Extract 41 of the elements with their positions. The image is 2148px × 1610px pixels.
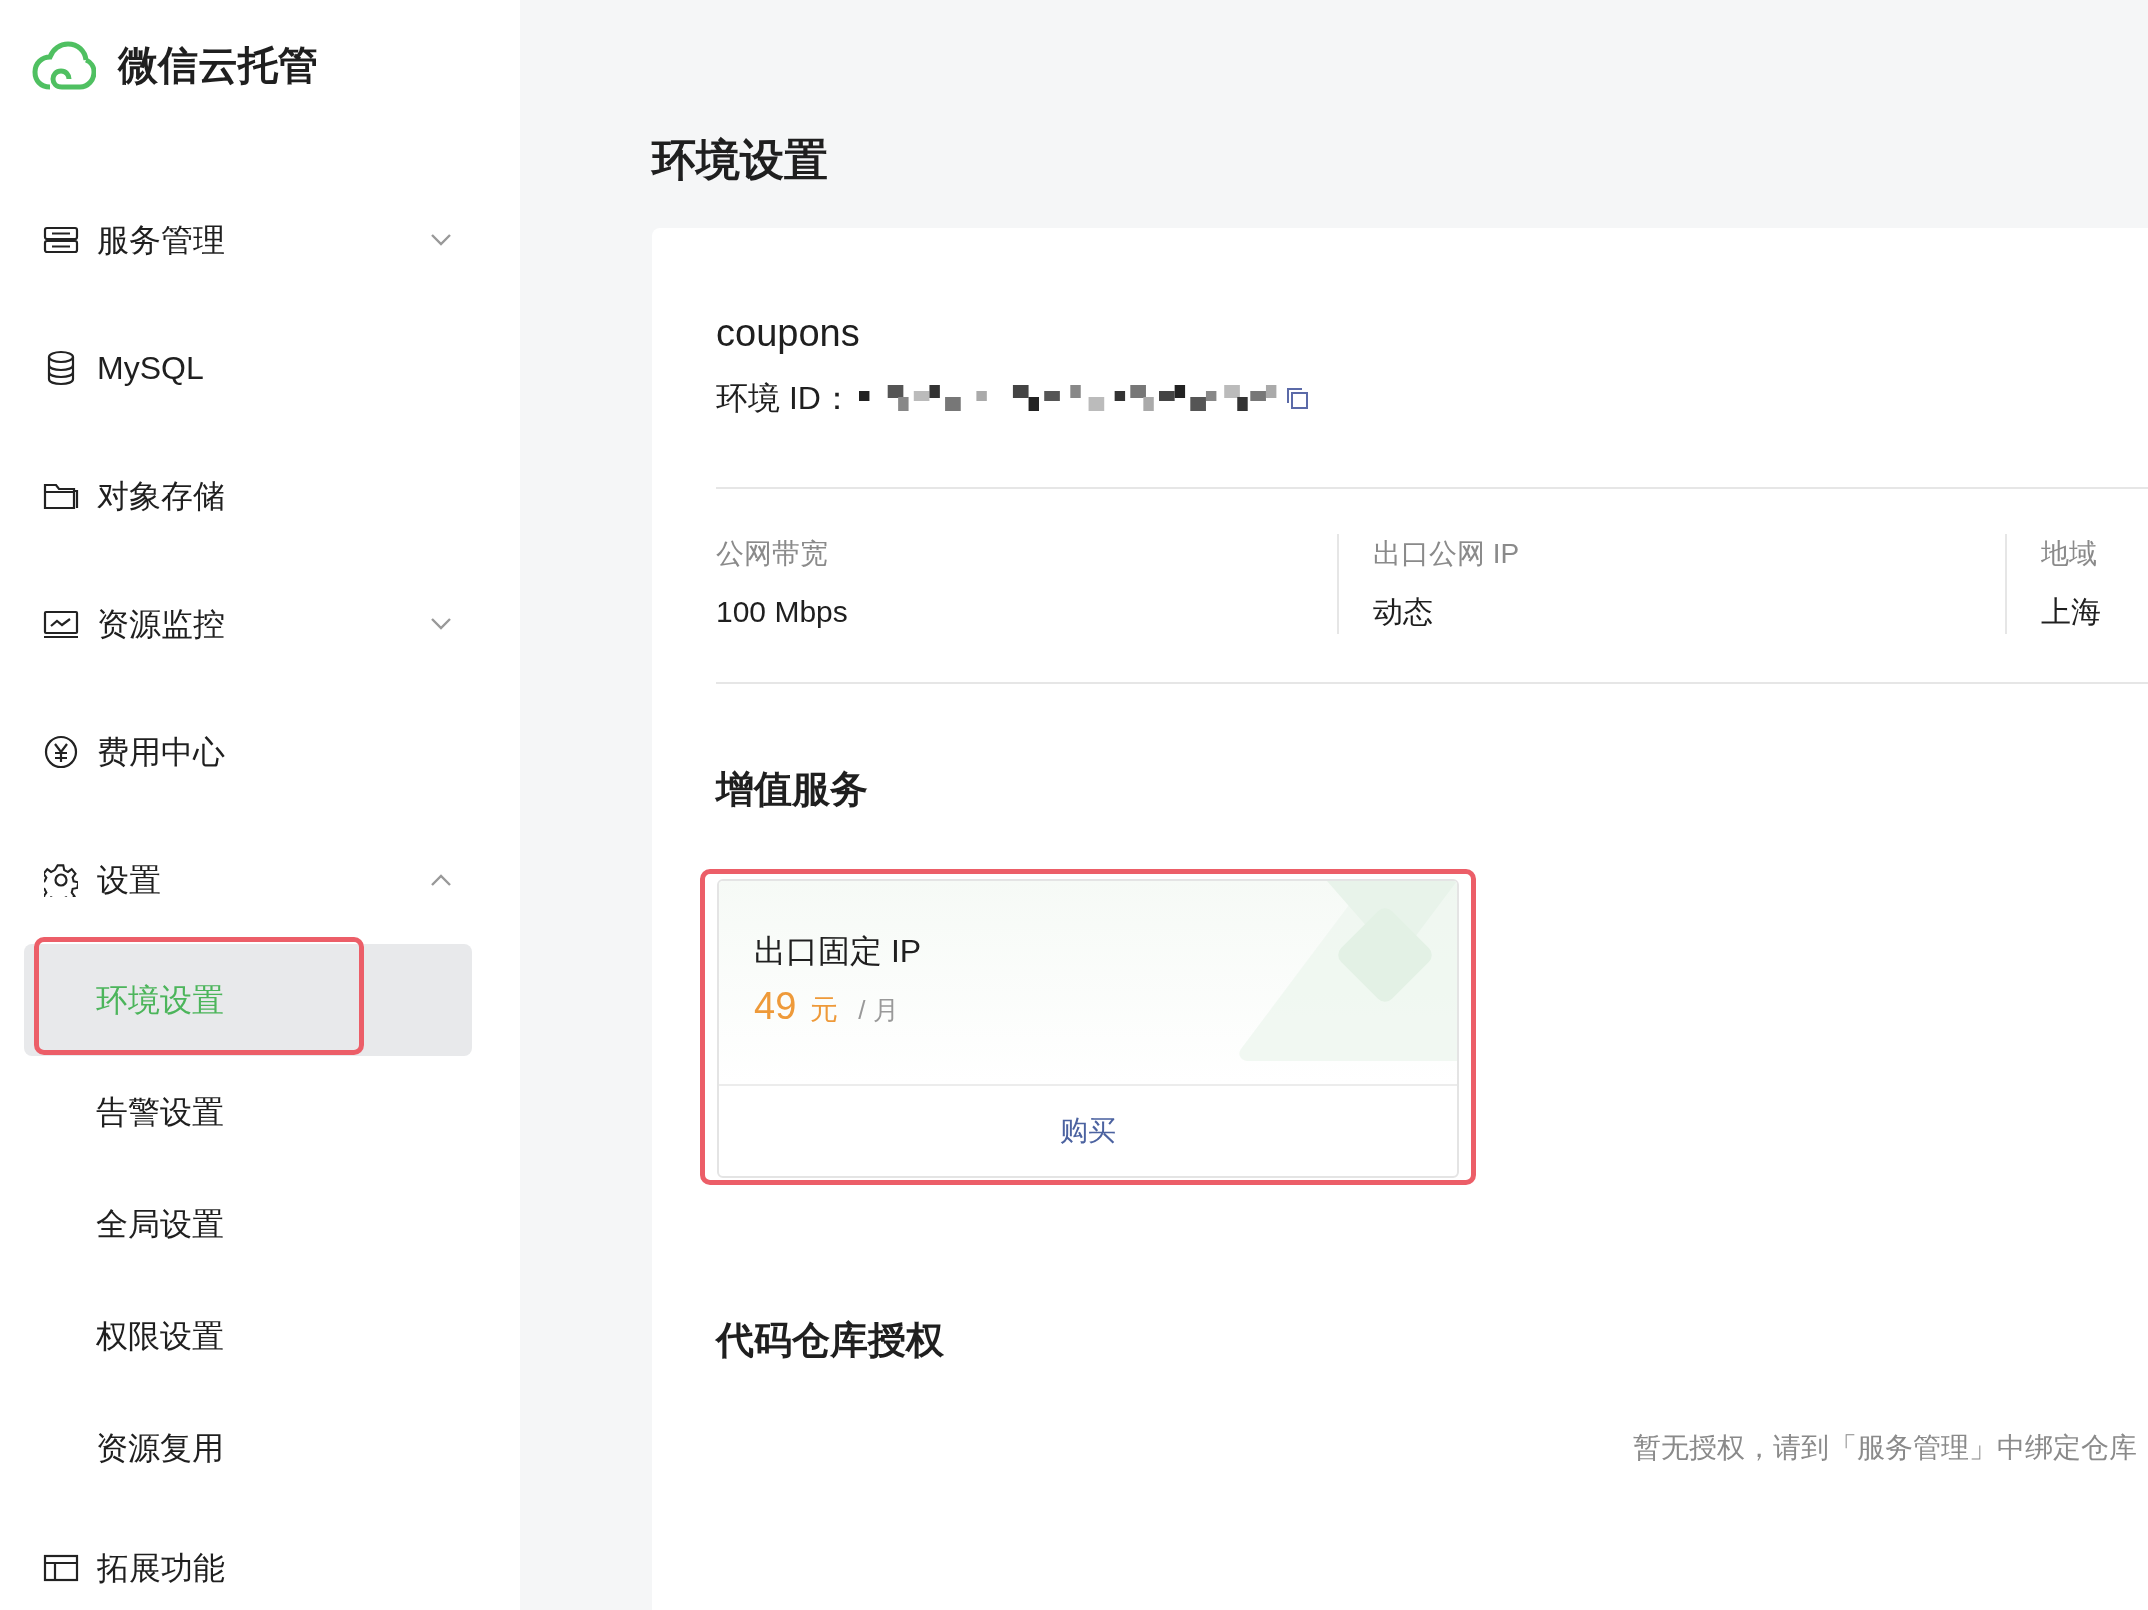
yuan-coin-icon [44, 735, 78, 769]
stat-label: 出口公网 IP [1373, 537, 1520, 571]
stat-value: 动态 [1373, 594, 1433, 630]
stat-label: 公网带宽 [716, 537, 828, 571]
menu-item[interactable]: 对象存储 [97, 474, 520, 518]
page-title: 环境设置 [652, 134, 829, 186]
price: 49 [754, 984, 797, 1029]
menu-item[interactable]: 费用中心 [97, 730, 520, 774]
submenu-item[interactable]: 权限设置 [96, 1314, 472, 1358]
window-icon [43, 1553, 79, 1583]
submenu-item[interactable]: 告警设置 [96, 1090, 472, 1134]
folder-icon [43, 481, 79, 511]
menu-item[interactable]: 资源监控 [97, 602, 430, 646]
service-title: 出口固定 IP [754, 932, 922, 971]
copy-icon[interactable] [1284, 386, 1309, 410]
menu-item[interactable]: 拓展功能 [97, 1546, 520, 1590]
chevron-down-icon[interactable] [430, 233, 452, 247]
empty-message: 暂无授权，请到「服务管理」中绑定仓库 [1633, 1431, 2137, 1465]
chevron-down-icon[interactable] [430, 617, 452, 631]
submenu-item[interactable]: 全局设置 [96, 1202, 472, 1246]
menu-item[interactable]: 设置 [97, 858, 430, 902]
buy-button[interactable]: 购买 [1040, 1086, 1136, 1176]
menu-item[interactable]: 服务管理 [97, 218, 430, 262]
server-icon [43, 225, 79, 255]
section-heading: 增值服务 [716, 767, 868, 812]
menu-item[interactable]: MySQL [97, 346, 520, 390]
submenu-item[interactable]: 资源复用 [96, 1426, 472, 1470]
environment-id-label: 环境 ID： [716, 379, 853, 418]
stat-value: 100 Mbps [716, 594, 848, 630]
currency-unit: 元 [810, 993, 839, 1027]
cloud-logo-icon [32, 41, 96, 91]
stat-label: 地域 [2041, 537, 2097, 571]
settings-icon [44, 863, 78, 897]
app-name: 微信云托管 [118, 42, 318, 89]
monitor-chart-icon [43, 609, 79, 639]
stat-value: 上海 [2041, 594, 2101, 630]
database-icon [46, 350, 76, 386]
environment-name: coupons [716, 311, 860, 356]
chevron-up-icon[interactable] [430, 873, 452, 887]
billing-period: / 月 [858, 994, 899, 1027]
section-heading: 代码仓库授权 [716, 1318, 944, 1363]
